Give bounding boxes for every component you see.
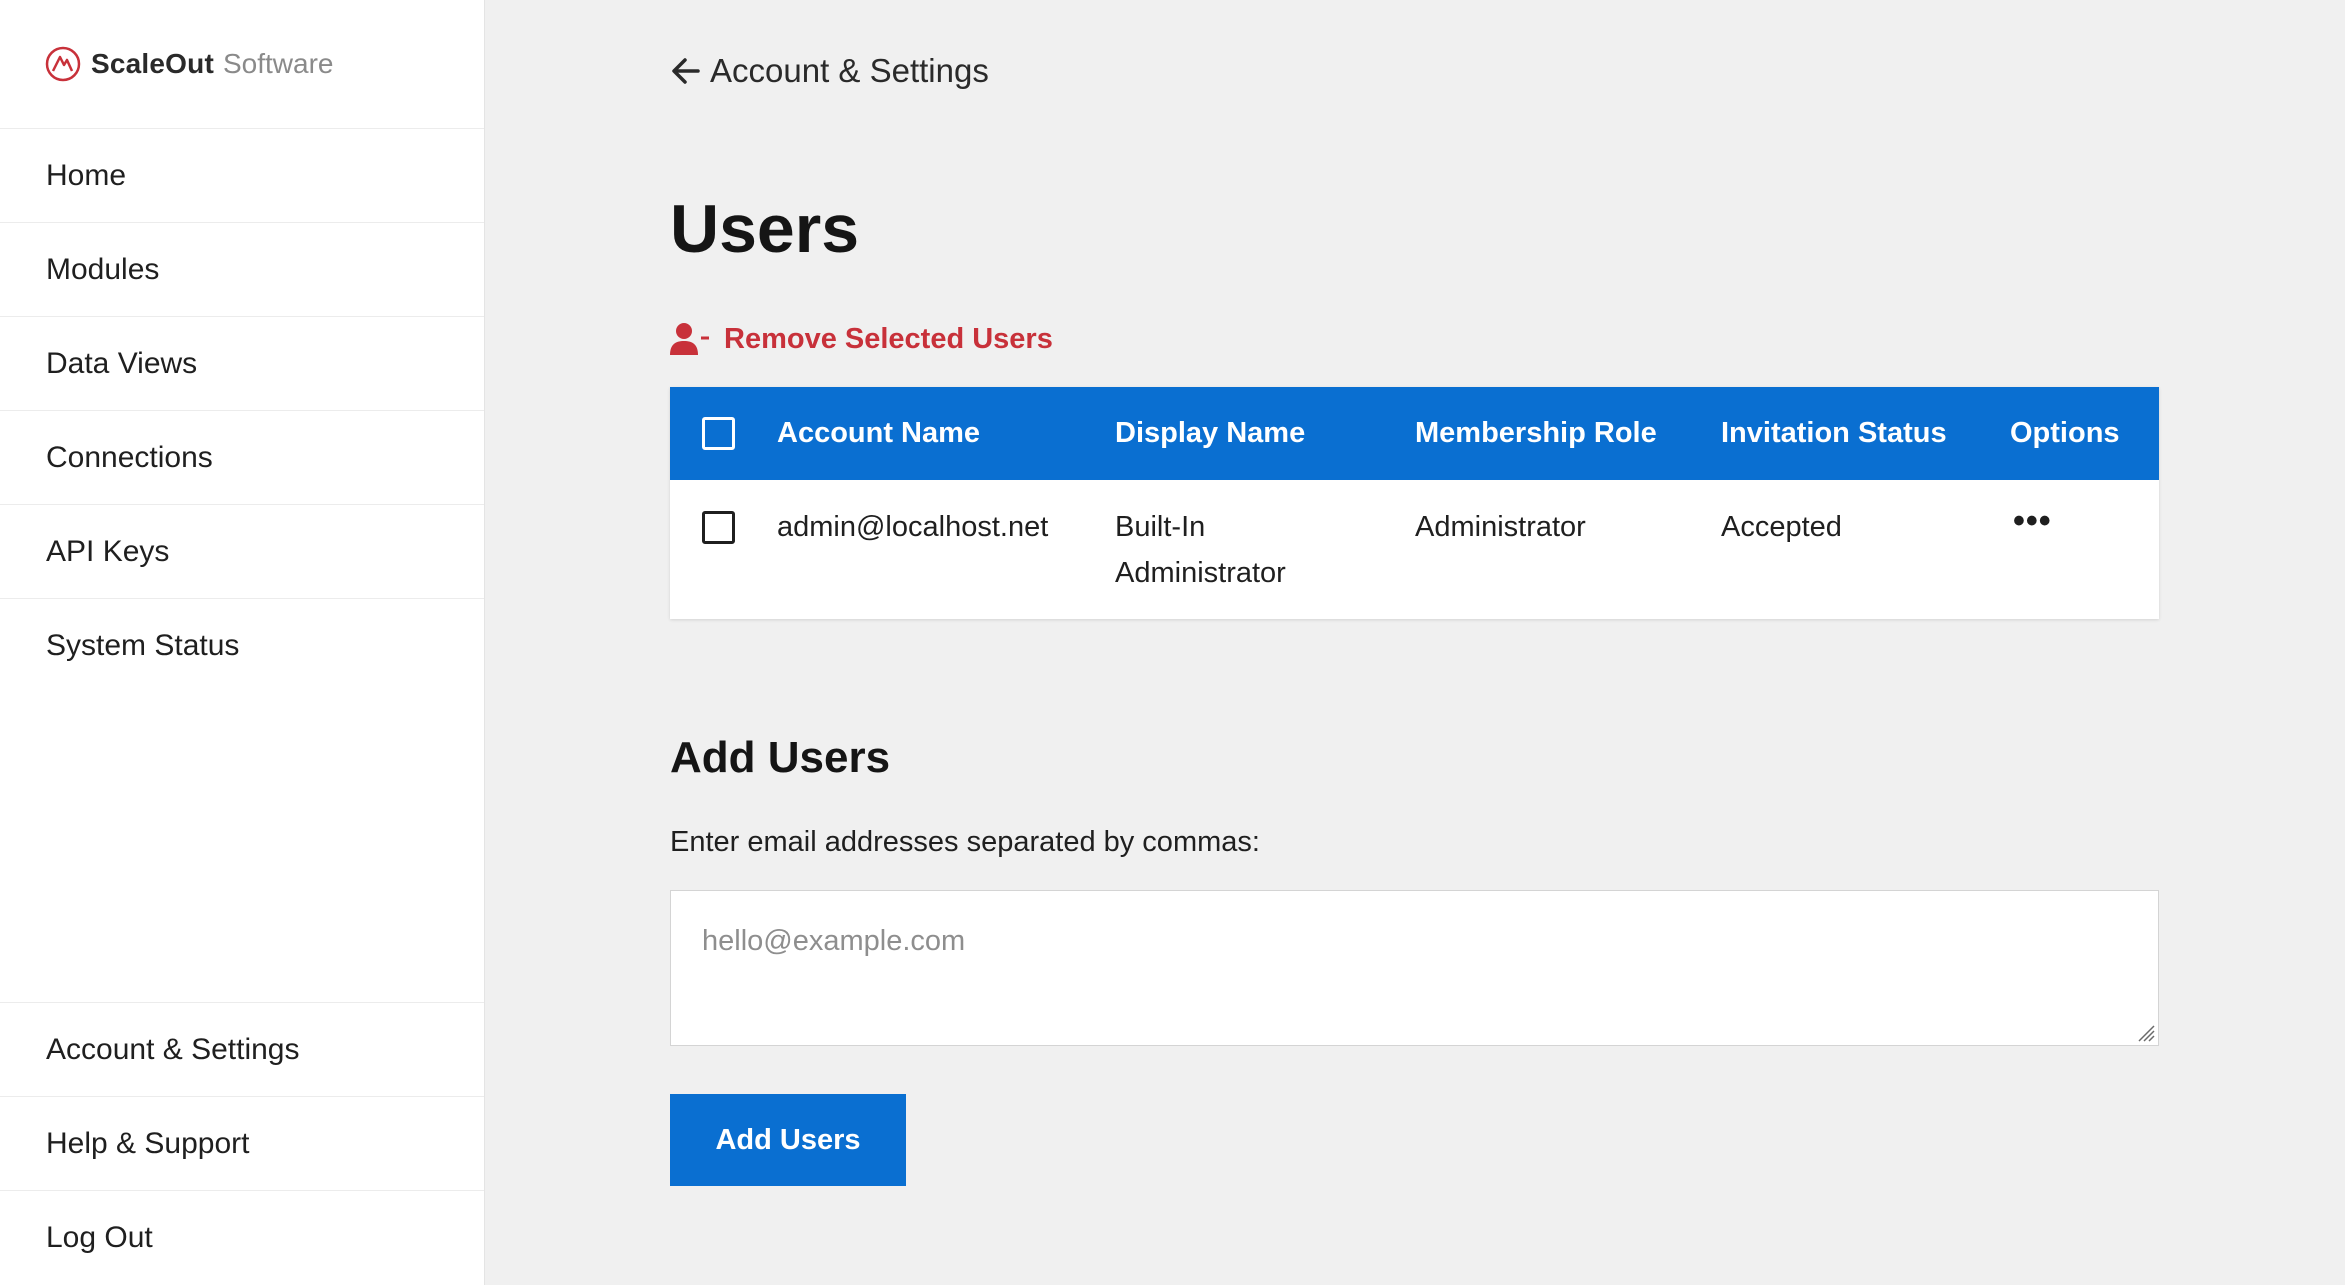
- table-header: Account Name Display Name Membership Rol…: [670, 387, 2159, 480]
- page-title: Users: [670, 191, 860, 267]
- table-row: admin@localhost.net Built-In Administrat…: [670, 480, 2159, 619]
- column-account-name[interactable]: Account Name: [777, 387, 980, 480]
- remove-selected-users-label: Remove Selected Users: [724, 322, 1053, 355]
- sidebar-item-label: Home: [46, 158, 127, 192]
- cell-display-name-line1: Built-In: [1115, 511, 1206, 543]
- cell-membership-role: Administrator: [1415, 511, 1586, 543]
- back-link[interactable]: Account & Settings: [670, 52, 989, 90]
- cell-display-name: Built-In Administrator: [1115, 504, 1286, 596]
- sidebar-item-label: Connections: [46, 440, 213, 474]
- brand-sub: Software: [222, 48, 334, 79]
- column-display-name[interactable]: Display Name: [1115, 387, 1305, 480]
- sidebar-item-label: System Status: [46, 629, 240, 662]
- sidebar-item-label: Data Views: [46, 346, 198, 380]
- email-addresses-input[interactable]: [670, 890, 2159, 1046]
- add-users-label: Enter email addresses separated by comma…: [670, 826, 1260, 858]
- back-link-label: Account & Settings: [710, 52, 989, 89]
- sidebar-item-label: Modules: [46, 252, 160, 286]
- column-membership-role[interactable]: Membership Role: [1415, 387, 1657, 480]
- sidebar-item-label: Help & Support: [46, 1126, 250, 1160]
- add-users-title: Add Users: [670, 733, 891, 782]
- sidebar-bottom: Account & Settings Help & Support Log Ou…: [0, 1002, 484, 1285]
- sidebar-item-label: Account & Settings: [46, 1032, 300, 1066]
- user-minus-icon: [670, 323, 709, 355]
- sidebar-item-account-settings[interactable]: Account & Settings: [0, 1003, 484, 1097]
- sidebar-item-log-out[interactable]: Log Out: [0, 1191, 484, 1285]
- resize-grip-icon[interactable]: [2135, 1022, 2155, 1042]
- sidebar-item-help-support[interactable]: Help & Support: [0, 1097, 484, 1191]
- mountain-circle-logo: [45, 46, 81, 82]
- add-users-button[interactable]: Add Users: [670, 1094, 906, 1186]
- select-all-checkbox[interactable]: [702, 417, 735, 450]
- sidebar-item-connections[interactable]: Connections: [0, 411, 484, 505]
- remove-selected-users-button[interactable]: Remove Selected Users: [670, 322, 1053, 356]
- brand-name: ScaleOut: [91, 48, 214, 79]
- cell-display-name-line2: Administrator: [1115, 557, 1286, 589]
- row-select-checkbox[interactable]: [702, 511, 735, 544]
- sidebar-item-label: API Keys: [46, 534, 170, 568]
- sidebar-item-api-keys[interactable]: API Keys: [0, 505, 484, 599]
- users-table: Account Name Display Name Membership Rol…: [670, 387, 2159, 619]
- sidebar-item-label: Log Out: [46, 1221, 153, 1254]
- sidebar: ScaleOut Software Home Modules Data View…: [0, 0, 485, 1285]
- cell-invitation-status: Accepted: [1721, 511, 1842, 543]
- sidebar-item-home[interactable]: Home: [0, 129, 484, 223]
- cell-account-name: admin@localhost.net: [777, 511, 1049, 543]
- column-options: Options: [2010, 417, 2120, 449]
- brand[interactable]: ScaleOut Software: [0, 0, 484, 129]
- ellipsis-icon[interactable]: •••: [2013, 502, 2052, 541]
- sidebar-item-data-views[interactable]: Data Views: [0, 317, 484, 411]
- column-invitation-status[interactable]: Invitation Status: [1721, 387, 1947, 480]
- arrow-left-icon: [672, 58, 700, 84]
- sidebar-item-modules[interactable]: Modules: [0, 223, 484, 317]
- sidebar-item-system-status[interactable]: System Status: [0, 599, 484, 693]
